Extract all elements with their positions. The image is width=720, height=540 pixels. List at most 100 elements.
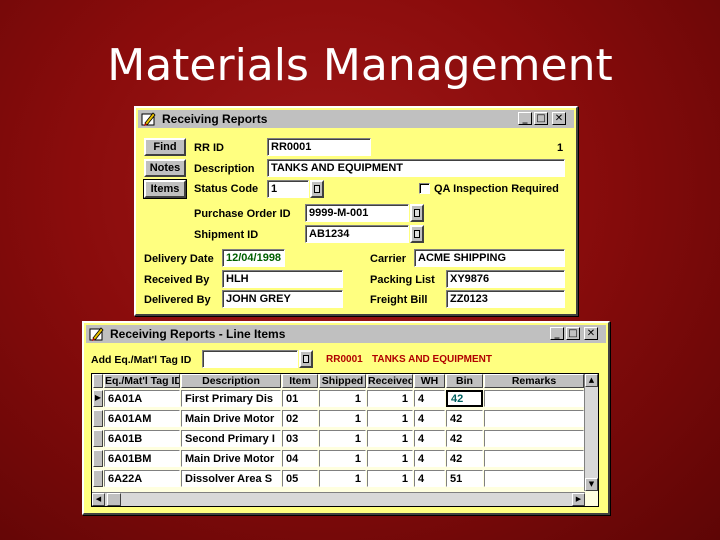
notes-button[interactable]: Notes bbox=[144, 159, 186, 177]
table-cell-bin[interactable]: 42 bbox=[446, 410, 483, 427]
rr-id-display: RR0001 bbox=[326, 354, 363, 365]
table-cell-wh[interactable]: 4 bbox=[414, 470, 445, 487]
qa-inspection-label: QA Inspection Required bbox=[434, 183, 559, 195]
status-code-dropdown[interactable] bbox=[310, 180, 324, 198]
app-icon bbox=[89, 326, 105, 342]
qa-inspection-checkbox[interactable] bbox=[419, 183, 430, 194]
carrier-field[interactable]: ACME SHIPPING bbox=[414, 249, 565, 267]
packing-list-label: Packing List bbox=[370, 274, 435, 286]
status-code-field[interactable]: 1 bbox=[267, 180, 309, 198]
description-field[interactable]: TANKS AND EQUIPMENT bbox=[267, 159, 565, 177]
maximize-button[interactable]: □ bbox=[566, 327, 580, 340]
table-cell-description[interactable]: Dissolver Area S bbox=[181, 470, 281, 487]
table-cell-description[interactable]: Main Drive Motor bbox=[181, 410, 281, 427]
column-header-wh: WH bbox=[414, 374, 445, 388]
table-cell-tag-id[interactable]: 6A01AM bbox=[104, 410, 180, 427]
table-cell-item[interactable]: 03 bbox=[282, 430, 318, 447]
find-button[interactable]: Find bbox=[144, 138, 186, 156]
table-cell-item[interactable]: 02 bbox=[282, 410, 318, 427]
scroll-thumb[interactable] bbox=[107, 493, 121, 506]
purchase-order-dropdown[interactable] bbox=[410, 204, 424, 222]
vertical-scrollbar[interactable]: ▲ ▼ bbox=[584, 374, 598, 491]
app-icon bbox=[141, 111, 157, 127]
table-cell-description[interactable]: First Primary Dis bbox=[181, 390, 281, 407]
purchase-order-field[interactable]: 9999-M-001 bbox=[305, 204, 409, 222]
table-cell-tag-id[interactable]: 6A01A bbox=[104, 390, 180, 407]
table-cell-item[interactable]: 05 bbox=[282, 470, 318, 487]
freight-bill-field[interactable]: ZZ0123 bbox=[446, 290, 565, 308]
title-bar[interactable]: Receiving Reports - Line Items _ □ ✕ bbox=[86, 325, 606, 343]
column-header-bin: Bin bbox=[446, 374, 483, 388]
table-cell-tag-id[interactable]: 6A22A bbox=[104, 470, 180, 487]
table-cell-remarks[interactable] bbox=[484, 430, 584, 447]
scroll-up-icon[interactable]: ▲ bbox=[585, 374, 598, 387]
table-cell-remarks[interactable] bbox=[484, 410, 584, 427]
table-cell-tag-id[interactable]: 6A01B bbox=[104, 430, 180, 447]
add-tag-field[interactable] bbox=[202, 350, 298, 368]
table-cell-description[interactable]: Main Drive Motor bbox=[181, 450, 281, 467]
table-cell-wh[interactable]: 4 bbox=[414, 450, 445, 467]
column-header-tag-id: Eq./Mat'l Tag ID bbox=[104, 374, 180, 388]
close-button[interactable]: ✕ bbox=[584, 327, 598, 340]
table-cell-shipped[interactable]: 1 bbox=[319, 410, 366, 427]
rr-id-field[interactable]: RR0001 bbox=[267, 138, 371, 156]
table-cell-shipped[interactable]: 1 bbox=[319, 450, 366, 467]
add-tag-label: Add Eq./Mat'l Tag ID bbox=[91, 354, 192, 366]
row-selector[interactable]: ▶ bbox=[93, 390, 103, 407]
title-bar[interactable]: Receiving Reports _ □ ✕ bbox=[138, 110, 574, 128]
description-display: TANKS AND EQUIPMENT bbox=[372, 354, 492, 365]
shipment-id-dropdown[interactable] bbox=[410, 225, 424, 243]
scroll-right-icon[interactable]: ▶ bbox=[572, 493, 585, 506]
table-cell-remarks[interactable] bbox=[484, 390, 584, 407]
minimize-button[interactable]: _ bbox=[518, 112, 532, 125]
record-count: 1 bbox=[557, 142, 564, 154]
table-cell-received[interactable]: 1 bbox=[367, 390, 413, 407]
table-cell-received[interactable]: 1 bbox=[367, 410, 413, 427]
table-cell-received[interactable]: 1 bbox=[367, 470, 413, 487]
description-label: Description bbox=[194, 163, 255, 175]
row-selector[interactable] bbox=[93, 410, 103, 427]
table-cell-shipped[interactable]: 1 bbox=[319, 470, 366, 487]
close-button[interactable]: ✕ bbox=[552, 112, 566, 125]
row-selector[interactable] bbox=[93, 430, 103, 447]
row-selector[interactable] bbox=[93, 470, 103, 487]
line-items-window: Receiving Reports - Line Items _ □ ✕ Add… bbox=[82, 321, 610, 515]
rr-id-label: RR ID bbox=[194, 142, 224, 154]
table-cell-item[interactable]: 04 bbox=[282, 450, 318, 467]
items-button[interactable]: Items bbox=[143, 179, 187, 199]
table-cell-remarks[interactable] bbox=[484, 470, 584, 487]
table-cell-shipped[interactable]: 1 bbox=[319, 430, 366, 447]
delivered-by-label: Delivered By bbox=[144, 294, 211, 306]
delivery-date-field[interactable]: 12/04/1998 bbox=[222, 249, 285, 267]
maximize-button[interactable]: □ bbox=[534, 112, 548, 125]
scroll-left-icon[interactable]: ◀ bbox=[92, 493, 105, 506]
table-cell-shipped[interactable]: 1 bbox=[319, 390, 366, 407]
row-selector[interactable] bbox=[93, 450, 103, 467]
minimize-button[interactable]: _ bbox=[550, 327, 564, 340]
received-by-field[interactable]: HLH bbox=[222, 270, 343, 288]
shipment-id-label: Shipment ID bbox=[194, 229, 259, 241]
delivered-by-field[interactable]: JOHN GREY bbox=[222, 290, 343, 308]
table-cell-wh[interactable]: 4 bbox=[414, 390, 445, 407]
scroll-down-icon[interactable]: ▼ bbox=[585, 478, 598, 491]
table-cell-received[interactable]: 1 bbox=[367, 430, 413, 447]
table-cell-item[interactable]: 01 bbox=[282, 390, 318, 407]
table-cell-received[interactable]: 1 bbox=[367, 450, 413, 467]
add-tag-dropdown[interactable] bbox=[299, 350, 313, 368]
table-cell-bin[interactable]: 42 bbox=[446, 430, 483, 447]
shipment-id-field[interactable]: AB1234 bbox=[305, 225, 409, 243]
received-by-label: Received By bbox=[144, 274, 210, 286]
table-cell-tag-id[interactable]: 6A01BM bbox=[104, 450, 180, 467]
table-cell-wh[interactable]: 4 bbox=[414, 430, 445, 447]
table-cell-wh[interactable]: 4 bbox=[414, 410, 445, 427]
horizontal-scrollbar[interactable]: ◀ ▶ bbox=[92, 492, 585, 506]
table-cell-bin[interactable]: 51 bbox=[446, 470, 483, 487]
table-cell-bin[interactable]: 42 bbox=[446, 450, 483, 467]
purchase-order-label: Purchase Order ID bbox=[194, 208, 291, 220]
table-cell-bin[interactable]: 42 bbox=[446, 390, 483, 407]
packing-list-field[interactable]: XY9876 bbox=[446, 270, 565, 288]
column-header-received: Received bbox=[367, 374, 413, 388]
window-title: Receiving Reports bbox=[162, 112, 268, 126]
table-cell-remarks[interactable] bbox=[484, 450, 584, 467]
table-cell-description[interactable]: Second Primary I bbox=[181, 430, 281, 447]
